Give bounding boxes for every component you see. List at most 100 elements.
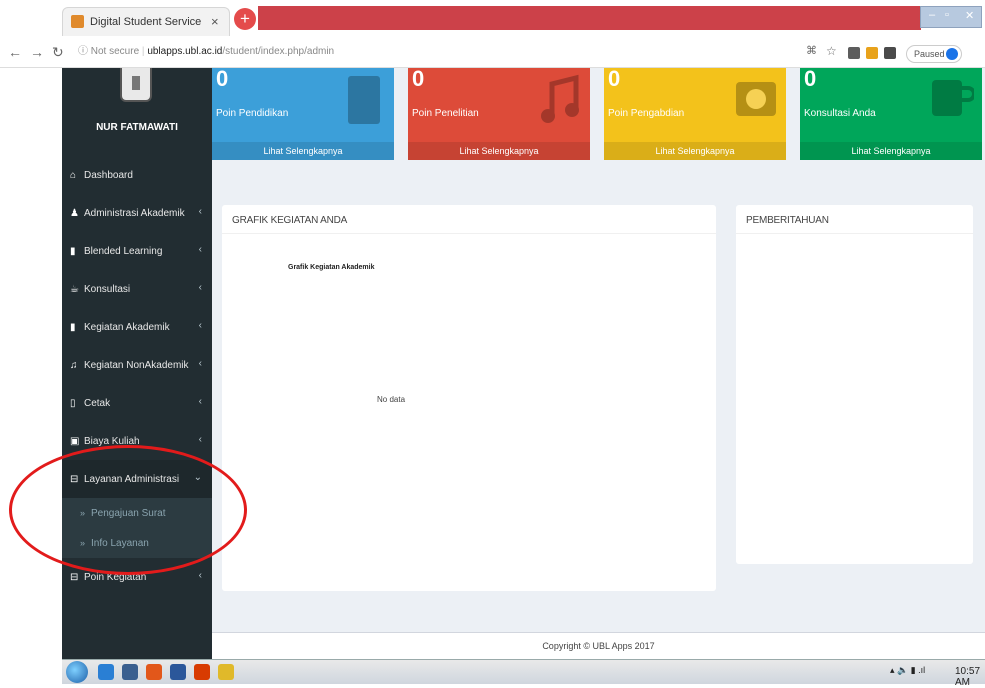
window-controls[interactable]: ‒ ▫ ✕ — [920, 6, 982, 28]
book-icon: ▮ — [70, 321, 76, 333]
media-player-icon[interactable] — [146, 664, 162, 680]
info-box-link[interactable]: Lihat Selengkapnya — [408, 142, 590, 160]
sidebar-item-label: Kegiatan NonAkademik — [84, 359, 189, 371]
no-data-text: No data — [377, 395, 406, 404]
panel-title: PEMBERITAHUAN — [746, 215, 829, 226]
chevron-left-icon: ‹ — [198, 244, 202, 255]
book-icon: ▮ — [70, 245, 76, 257]
clock: 10:57 AM — [955, 666, 981, 688]
site-favicon-icon — [71, 15, 84, 28]
divider — [222, 233, 716, 234]
sidebar-item-cetak[interactable]: ▯ Cetak ‹ — [62, 384, 212, 422]
print-icon: ⊟ — [70, 571, 79, 583]
chart-title: Grafik Kegiatan Akademik — [288, 264, 375, 271]
coffee-icon: ☕ — [70, 283, 79, 295]
forward-icon[interactable]: → — [30, 44, 44, 60]
url-host: ublapps.ubl.ac.id — [147, 46, 223, 57]
info-box-number: 0 — [412, 66, 425, 91]
info-box-poin-pengabdian: 0 Poin Pengabdian Lihat Selengkapnya — [604, 66, 786, 160]
extension-icon[interactable] — [884, 47, 896, 59]
chevron-left-icon: ‹ — [198, 320, 202, 331]
info-box-number: 0 — [216, 66, 229, 91]
coffee-icon — [932, 80, 974, 116]
info-box-number: 0 — [608, 66, 621, 91]
info-box-poin-pendidikan: 0 Poin Pendidikan Lihat Selengkapnya — [212, 66, 394, 160]
grafik-panel: GRAFIK KEGIATAN ANDA — [222, 205, 716, 591]
user-icon: ♟ — [70, 207, 79, 219]
file-explorer-icon[interactable] — [122, 664, 138, 680]
highlight-ellipse — [9, 445, 247, 575]
chevron-left-icon: ‹ — [198, 358, 202, 369]
info-box-label: Poin Pendidikan — [216, 108, 289, 119]
divider — [736, 233, 973, 234]
internet-explorer-icon[interactable] — [98, 664, 114, 680]
url-path: /student/index.php/admin — [222, 46, 335, 57]
sidebar-item-blended-learning[interactable]: ▮ Blended Learning ‹ — [62, 232, 212, 270]
sidebar-item-label: Administrasi Akademik — [84, 207, 185, 219]
info-box-link[interactable]: Lihat Selengkapnya — [800, 142, 982, 160]
main-content: 0 Poin Pendidikan Lihat Selengkapnya 0 P… — [212, 66, 985, 659]
pemberitahuan-panel: PEMBERITAHUAN — [736, 205, 973, 564]
book-icon — [348, 76, 380, 124]
back-icon[interactable]: ← — [8, 44, 22, 60]
chevron-left-icon: ‹ — [198, 434, 202, 445]
dashboard-icon: ⌂ — [70, 169, 77, 181]
browser-tab[interactable]: Digital Student Service × — [62, 7, 230, 36]
extension-icon[interactable] — [848, 47, 860, 59]
word-icon[interactable] — [170, 664, 186, 680]
close-window-icon[interactable]: ✕ — [965, 9, 974, 22]
paused-label: Paused — [914, 49, 945, 59]
sidebar-item-label: Blended Learning — [84, 245, 163, 257]
info-box-number: 0 — [804, 66, 817, 91]
money-icon: ▣ — [70, 435, 80, 447]
firefox-icon[interactable] — [194, 664, 210, 680]
chevron-left-icon: ‹ — [198, 206, 202, 217]
profile-paused-button[interactable]: Paused — [906, 45, 962, 63]
file-icon: ▯ — [70, 397, 76, 409]
info-box-label: Poin Penelitian — [412, 108, 479, 119]
music-icon — [541, 74, 579, 123]
address-bar-row: ← → ↻ ⓘ Not secure | ublapps.ubl.ac.id/s… — [0, 36, 985, 68]
camera-icon — [736, 82, 776, 116]
bookmark-star-icon[interactable]: ☆ — [826, 44, 837, 58]
username: NUR FATMAWATI — [96, 122, 178, 133]
start-button[interactable] — [66, 661, 88, 683]
chevron-left-icon: ‹ — [198, 570, 202, 581]
info-box-konsultasi-anda: 0 Konsultasi Anda Lihat Selengkapnya — [800, 66, 982, 160]
sidebar-item-label: Cetak — [84, 397, 111, 409]
translate-icon[interactable]: ⌘ — [806, 44, 817, 57]
info-box-link[interactable]: Lihat Selengkapnya — [604, 142, 786, 160]
sidebar-item-dashboard[interactable]: ⌂ Dashboard — [62, 156, 212, 194]
sidebar-item-label: Dashboard — [84, 169, 133, 181]
minimize-icon[interactable]: ‒ — [929, 9, 935, 21]
chevron-left-icon: ‹ — [198, 396, 202, 407]
page-footer: Copyright © UBL Apps 2017 — [212, 632, 985, 659]
user-panel: NUR FATMAWATI — [62, 68, 212, 148]
tab-title: Digital Student Service — [90, 16, 202, 28]
panel-title: GRAFIK KEGIATAN ANDA — [232, 215, 348, 226]
url-input[interactable]: ⓘ Not secure | ublapps.ubl.ac.id/student… — [78, 42, 838, 62]
user-photo-icon — [132, 76, 140, 90]
sidebar-item-administrasi-akademik[interactable]: ♟ Administrasi Akademik ‹ — [62, 194, 212, 232]
music-icon: ♫ — [70, 359, 78, 371]
system-tray[interactable]: ▴ 🔈 ▮ .ıl — [890, 665, 925, 676]
sidebar-item-label: Kegiatan Akademik — [84, 321, 170, 333]
sidebar-item-konsultasi[interactable]: ☕ Konsultasi ‹ — [62, 270, 212, 308]
sidebar-item-label: Konsultasi — [84, 283, 131, 295]
security-indicator[interactable]: ⓘ Not secure — [78, 46, 139, 57]
extension-icon[interactable] — [866, 47, 878, 59]
sidebar-item-kegiatan-nonakademik[interactable]: ♫ Kegiatan NonAkademik ‹ — [62, 346, 212, 384]
info-box-label: Konsultasi Anda — [804, 108, 876, 119]
avatar — [946, 48, 958, 60]
taskbar: ▴ 🔈 ▮ .ıl 10:57 AM — [62, 659, 985, 688]
sidebar-item-kegiatan-akademik[interactable]: ▮ Kegiatan Akademik ‹ — [62, 308, 212, 346]
chrome-icon[interactable] — [218, 664, 234, 680]
browser-tab-bar: Digital Student Service × + ‒ ▫ ✕ — [0, 0, 985, 36]
chevron-left-icon: ‹ — [198, 282, 202, 293]
reload-icon[interactable]: ↻ — [52, 44, 64, 61]
tab-close-icon[interactable]: × — [211, 14, 219, 29]
new-tab-button[interactable]: + — [234, 8, 256, 30]
maximize-icon[interactable]: ▫ — [945, 9, 949, 21]
info-box-label: Poin Pengabdian — [608, 108, 685, 119]
info-box-link[interactable]: Lihat Selengkapnya — [212, 142, 394, 160]
